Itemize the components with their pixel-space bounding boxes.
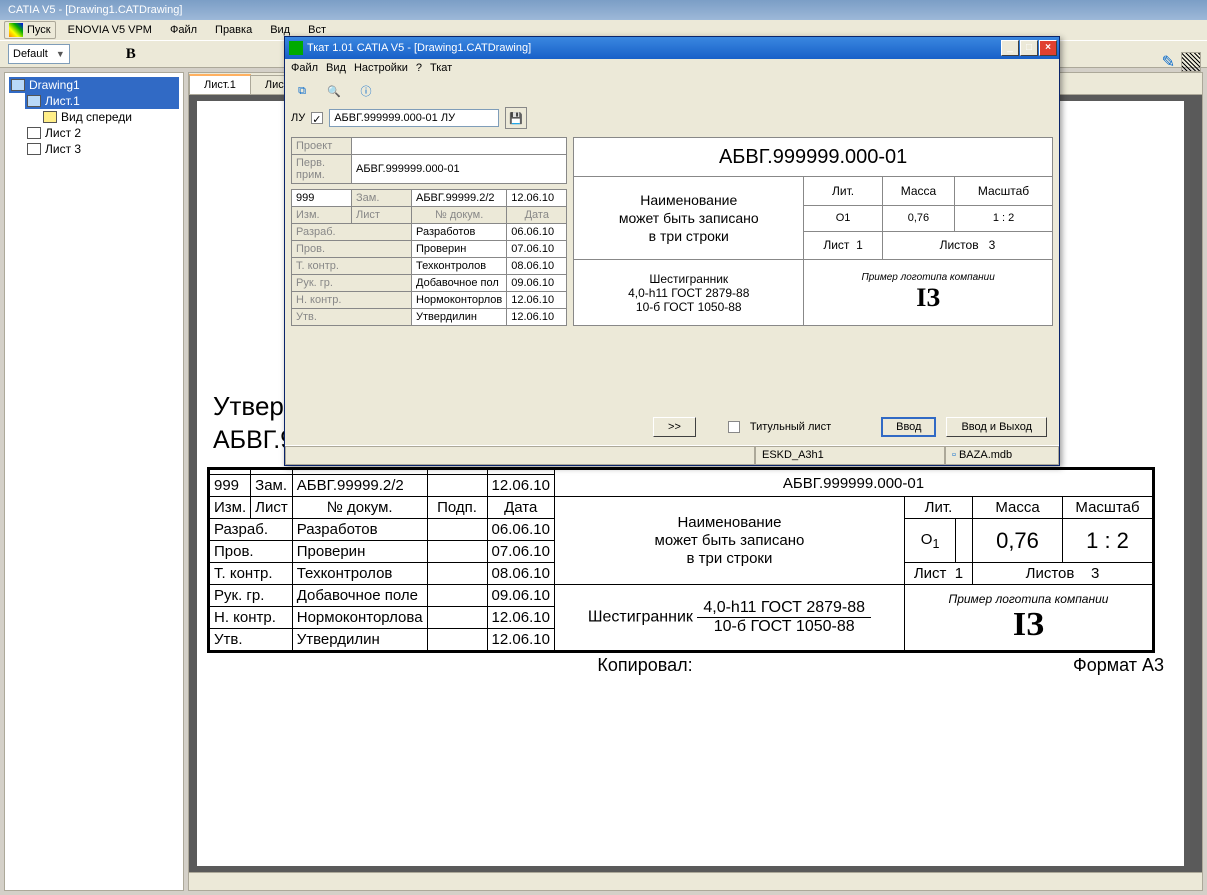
- lu-row: ЛУ ✓ 💾: [285, 105, 1059, 131]
- status-eskd: ESKD_A3h1: [755, 446, 945, 465]
- dialog-toolbar: ⧉ 🔍 ⓘ: [285, 77, 1059, 105]
- highlight-icon[interactable]: ✎: [1162, 52, 1175, 72]
- sheet-icon: [27, 95, 41, 107]
- lu-input[interactable]: [329, 109, 499, 127]
- menu-edit[interactable]: Правка: [209, 22, 258, 38]
- drawing-icon: [11, 79, 25, 91]
- dlg-menu-file[interactable]: Файл: [291, 62, 318, 74]
- tree-panel: Drawing1 Лист.1 Вид спереди Лист 2 Лист …: [4, 72, 184, 891]
- app-title: CATIA V5 - [Drawing1.CATDrawing]: [8, 4, 182, 16]
- tree-front-view[interactable]: Вид спереди: [41, 109, 179, 125]
- left-grid: Проект Перв. прим.АБВГ.999999.000-01 999…: [291, 137, 567, 326]
- start-icon: [9, 23, 23, 37]
- expand-button[interactable]: >>: [653, 417, 696, 437]
- enter-exit-button[interactable]: Ввод и Выход: [946, 417, 1047, 437]
- dialog-statusbar: ESKD_A3h1 ▫ BAZA.mdb: [285, 445, 1059, 465]
- sheet-icon: [27, 127, 41, 139]
- status-db: ▫ BAZA.mdb: [945, 446, 1059, 465]
- copy-icon[interactable]: ⧉: [291, 80, 313, 102]
- app-icon: [289, 41, 303, 55]
- preset-combo[interactable]: Default▼: [8, 44, 70, 64]
- dlg-menu-tkat[interactable]: Ткат: [430, 62, 452, 74]
- enter-button[interactable]: Ввод: [881, 417, 936, 437]
- sheet-icon: [27, 143, 41, 155]
- title-page-label: Титульный лист: [750, 421, 831, 433]
- dialog-body: Проект Перв. прим.АБВГ.999999.000-01 999…: [285, 131, 1059, 332]
- lu-label: ЛУ: [291, 112, 305, 124]
- dlg-menu-settings[interactable]: Настройки: [354, 62, 408, 74]
- menu-enovia[interactable]: ENOVIA V5 VPM: [62, 22, 158, 38]
- tb-material: Шестигранник 4,0-h11 ГОСТ 2879-8810-б ГО…: [554, 585, 904, 651]
- right-preview: АБВГ.999999.000-01 Наименованиеможет быт…: [573, 137, 1053, 326]
- dlg-menu-help[interactable]: ?: [416, 62, 422, 74]
- title-page-checkbox[interactable]: [728, 421, 740, 433]
- bold-icon[interactable]: B: [126, 46, 136, 63]
- tree-root[interactable]: Drawing1: [9, 77, 179, 93]
- lu-checkbox[interactable]: ✓: [311, 112, 323, 124]
- refresh-icon[interactable]: 🔍: [323, 80, 345, 102]
- tb-code: АБВГ.999999.000-01: [554, 470, 1152, 497]
- start-button[interactable]: Пуск: [4, 21, 56, 39]
- tb-name: Наименованиеможет быть записанов три стр…: [554, 497, 904, 585]
- paper-footer: Копировал:Формат А3: [207, 653, 1174, 678]
- app-titlebar: CATIA V5 - [Drawing1.CATDrawing]: [0, 0, 1207, 20]
- close-button[interactable]: ×: [1039, 40, 1057, 56]
- tb-logo: Пример логотипа компанииIЗ: [904, 585, 1152, 651]
- dialog-footer: >> Титульный лист Ввод Ввод и Выход: [285, 411, 1059, 443]
- save-icon[interactable]: 💾: [505, 107, 527, 129]
- info-icon[interactable]: ⓘ: [355, 80, 377, 102]
- tkat-dialog: Ткат 1.01 CATIA V5 - [Drawing1.CATDrawin…: [284, 36, 1060, 466]
- title-block: АБВГ.999999.000-01 999Зам.АБВГ.99999.2/2…: [207, 467, 1155, 653]
- tree-sheet2[interactable]: Лист 2: [25, 125, 179, 141]
- tree-sheet1[interactable]: Лист.1: [25, 93, 179, 109]
- dialog-titlebar[interactable]: Ткат 1.01 CATIA V5 - [Drawing1.CATDrawin…: [285, 37, 1059, 59]
- tree-sheet3[interactable]: Лист 3: [25, 141, 179, 157]
- minimize-button[interactable]: _: [1001, 40, 1019, 56]
- menu-file[interactable]: Файл: [164, 22, 203, 38]
- dlg-menu-view[interactable]: Вид: [326, 62, 346, 74]
- dialog-menubar: Файл Вид Настройки ? Ткат: [285, 59, 1059, 77]
- maximize-button[interactable]: □: [1020, 40, 1038, 56]
- hatch-icon[interactable]: [1181, 52, 1201, 72]
- chevron-down-icon: ▼: [56, 49, 65, 59]
- view-icon: [43, 111, 57, 123]
- tab-sheet1[interactable]: Лист.1: [189, 74, 251, 94]
- horizontal-scrollbar[interactable]: [189, 872, 1202, 890]
